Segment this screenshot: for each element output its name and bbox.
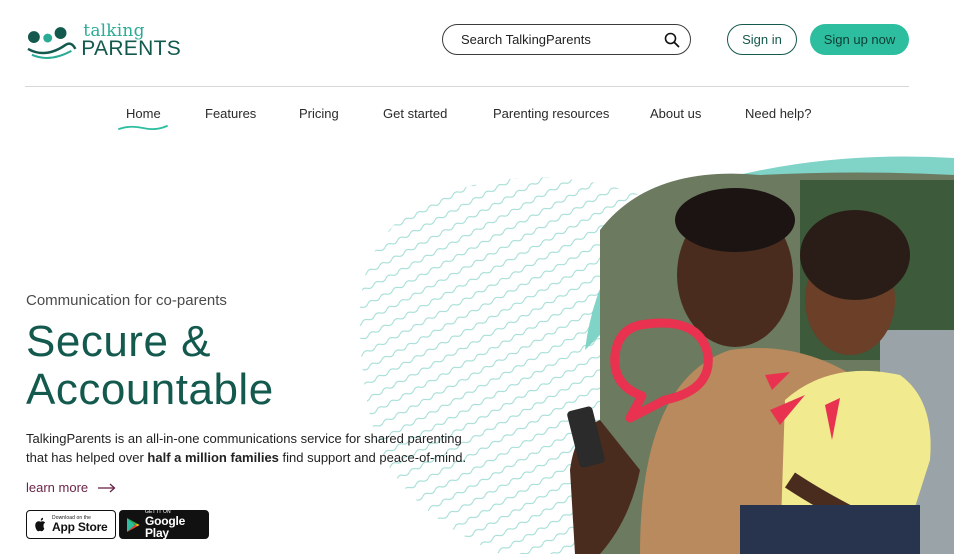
header-divider bbox=[25, 86, 909, 87]
app-store-button[interactable]: Download on the App Store bbox=[26, 510, 116, 539]
sign-in-button[interactable]: Sign in bbox=[727, 24, 797, 55]
app-store-text: Download on the App Store bbox=[52, 516, 108, 534]
nav-item-features[interactable]: Features bbox=[205, 106, 256, 121]
hero-description: TalkingParents is an all-in-one communic… bbox=[26, 429, 476, 467]
logo-wordmark: talking PARENTS bbox=[81, 21, 180, 61]
search-input[interactable] bbox=[461, 32, 664, 47]
hero-eyebrow: Communication for co-parents bbox=[26, 292, 227, 309]
google-play-icon bbox=[127, 517, 140, 532]
hero-headline-line1: Secure & bbox=[26, 317, 211, 366]
hero-headline-line2: Accountable bbox=[26, 365, 274, 414]
learn-more-label: learn more bbox=[26, 480, 89, 495]
nav-item-about-us[interactable]: About us bbox=[650, 106, 701, 121]
nav-item-pricing[interactable]: Pricing bbox=[299, 106, 339, 121]
google-play-text: GET IT ON Google Play bbox=[145, 510, 202, 540]
sign-up-button[interactable]: Sign up now bbox=[810, 24, 909, 55]
google-play-label: Google Play bbox=[145, 514, 186, 540]
apple-icon bbox=[35, 517, 46, 531]
hero-description-highlight: half a million families bbox=[147, 450, 279, 465]
search-icon[interactable] bbox=[664, 32, 680, 48]
logo-parents-text: PARENTS bbox=[81, 37, 182, 60]
page: talking PARENTS Sign in Sign up now Home… bbox=[0, 0, 954, 554]
learn-more-link[interactable]: learn more bbox=[26, 480, 116, 495]
arrow-right-icon bbox=[98, 483, 116, 492]
nav-item-need-help[interactable]: Need help? bbox=[745, 106, 812, 121]
hero-headline: Secure & Accountable bbox=[26, 318, 274, 414]
nav-item-home[interactable]: Home bbox=[126, 106, 161, 121]
nav-item-get-started[interactable]: Get started bbox=[383, 106, 447, 121]
active-nav-underline bbox=[118, 125, 168, 131]
google-play-button[interactable]: GET IT ON Google Play bbox=[119, 510, 209, 539]
talkingparents-logo[interactable]: talking PARENTS bbox=[26, 20, 181, 62]
search-box[interactable] bbox=[442, 24, 691, 55]
hero-description-end: find support and peace-of-mind. bbox=[278, 450, 467, 465]
site-header: talking PARENTS Sign in Sign up now bbox=[0, 0, 954, 86]
app-store-label: App Store bbox=[52, 520, 108, 534]
nav-item-parenting-resources[interactable]: Parenting resources bbox=[493, 106, 609, 121]
family-logo-icon bbox=[27, 27, 77, 59]
